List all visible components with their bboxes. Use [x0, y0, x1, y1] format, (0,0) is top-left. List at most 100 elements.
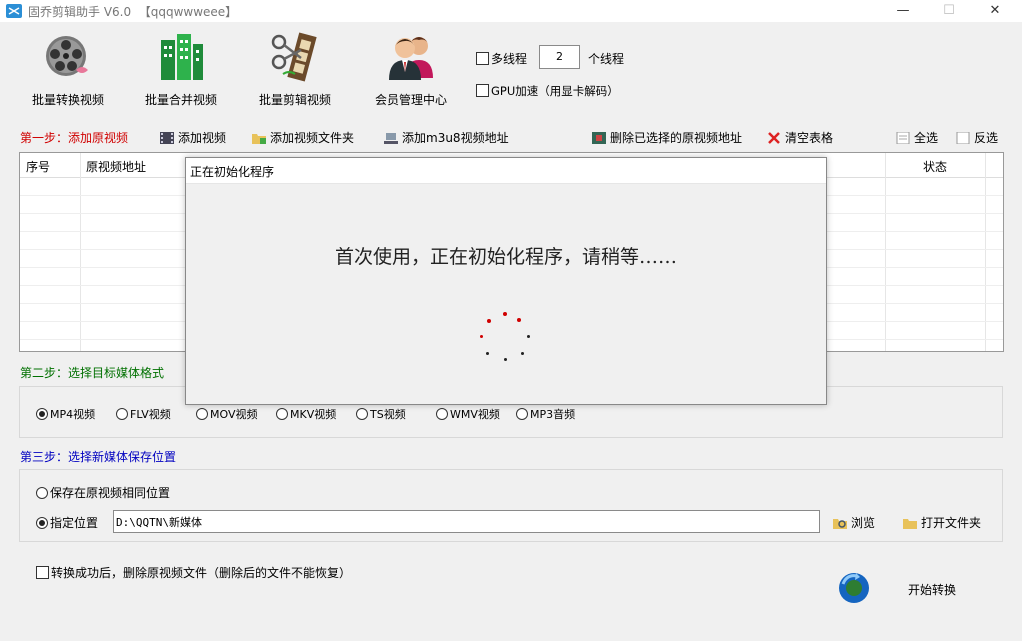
format-wmv-label: WMV视频	[450, 408, 500, 421]
select-all-label: 全选	[914, 131, 939, 145]
batch-convert-button[interactable]: 批量转换视频	[18, 30, 118, 112]
folder-add-icon	[252, 132, 266, 144]
batch-convert-label: 批量转换视频	[31, 93, 104, 107]
spinner-dot	[504, 358, 507, 361]
init-dialog: 正在初始化程序 首次使用，正在初始化程序，请稍等……	[185, 157, 827, 405]
step3-label: 第三步：选择新媒体保存位置	[20, 450, 177, 464]
format-mp3-radio[interactable]: MP3音频	[516, 406, 575, 422]
format-ts-label: TS视频	[370, 408, 406, 421]
folder-search-icon	[833, 517, 847, 529]
spinner-dot	[517, 318, 521, 322]
open-folder-label: 打开文件夹	[921, 516, 982, 530]
radio-dot[interactable]	[36, 408, 48, 420]
close-button[interactable]: ✕	[972, 0, 1018, 22]
batch-merge-label: 批量合并视频	[144, 93, 217, 107]
specified-location-label: 指定位置	[50, 516, 99, 530]
window-title: 固乔剪辑助手 V6.0 【qqqwwweee】	[28, 5, 238, 19]
spinner-dot	[487, 319, 491, 323]
clear-table-label: 清空表格	[785, 131, 834, 145]
minimize-button[interactable]: —	[880, 0, 926, 22]
gpu-check-box[interactable]	[476, 84, 489, 97]
save-path-input[interactable]: D:\QQTN\新媒体	[113, 510, 820, 533]
folder-icon	[903, 517, 917, 529]
select-all-button[interactable]: 全选	[896, 129, 938, 146]
spinner-dot	[527, 335, 530, 338]
col-status-header[interactable]: 状态	[923, 158, 947, 175]
gpu-label: GPU加速（用显卡解码）	[491, 84, 619, 98]
radio-dot[interactable]	[196, 408, 208, 420]
batch-edit-label: 批量剪辑视频	[258, 93, 331, 107]
refresh-start-icon[interactable]	[836, 570, 872, 606]
spinner-dot	[486, 352, 489, 355]
member-center-label: 会员管理中心	[374, 93, 447, 107]
format-flv-label: FLV视频	[130, 408, 171, 421]
radio-dot[interactable]	[36, 487, 48, 499]
format-mp3-label: MP3音频	[530, 408, 576, 421]
film-add-icon	[160, 132, 174, 144]
radio-dot[interactable]	[36, 517, 48, 529]
multithread-checkbox[interactable]: 多线程	[476, 50, 527, 67]
delete-selected-button[interactable]: 删除已选择的原视频地址	[592, 129, 742, 146]
batch-merge-button[interactable]: 批量合并视频	[131, 30, 231, 112]
delete-selected-label: 删除已选择的原视频地址	[610, 131, 743, 145]
invert-label: 反选	[974, 131, 999, 145]
film-reel-icon	[40, 30, 96, 84]
merge-grid-icon	[153, 30, 209, 84]
blank-page-icon	[956, 131, 970, 145]
spinner-dot	[503, 312, 507, 316]
clear-table-button[interactable]: 清空表格	[767, 129, 833, 146]
add-m3u8-label: 添加m3u8视频地址	[402, 131, 509, 145]
radio-dot[interactable]	[116, 408, 128, 420]
batch-edit-button[interactable]: 批量剪辑视频	[245, 30, 345, 112]
delete-after-check-box[interactable]	[36, 566, 49, 579]
title-bar: 固乔剪辑助手 V6.0 【qqqwwweee】 — ☐ ✕	[0, 0, 1022, 22]
member-center-button[interactable]: 会员管理中心	[361, 30, 461, 112]
radio-dot[interactable]	[516, 408, 528, 420]
step1-label: 第一步：添加原视频	[20, 131, 129, 145]
specified-location-radio[interactable]: 指定位置	[36, 514, 98, 531]
add-folder-button[interactable]: 添加视频文件夹	[252, 129, 354, 146]
thread-suffix-label: 个线程	[588, 52, 625, 66]
maximize-button[interactable]: ☐	[926, 0, 972, 22]
col-index-header[interactable]: 序号	[26, 158, 50, 175]
browse-button[interactable]: 浏览	[833, 514, 875, 531]
col-source-header[interactable]: 原视频地址	[86, 158, 146, 175]
start-convert-button[interactable]: 开始转换	[908, 581, 956, 598]
format-ts-radio[interactable]: TS视频	[356, 406, 406, 422]
delete-after-label: 转换成功后，删除原视频文件（删除后的文件不能恢复）	[51, 566, 352, 580]
dialog-title-bar: 正在初始化程序	[186, 158, 826, 184]
same-location-label: 保存在原视频相同位置	[50, 486, 171, 500]
format-mp4-label: MP4视频	[50, 408, 96, 421]
radio-dot[interactable]	[276, 408, 288, 420]
format-mov-label: MOV视频	[210, 408, 258, 421]
gpu-accel-checkbox[interactable]: GPU加速（用显卡解码）	[476, 83, 619, 99]
app-logo-icon	[6, 4, 22, 18]
save-path-value: D:\QQTN\新媒体	[116, 516, 202, 529]
format-mp4-radio[interactable]: MP4视频	[36, 406, 95, 422]
members-icon	[383, 30, 439, 84]
same-location-radio[interactable]: 保存在原视频相同位置	[36, 484, 170, 501]
multithread-label: 多线程	[491, 52, 528, 66]
multithread-check-box[interactable]	[476, 52, 489, 65]
film-delete-icon	[592, 132, 606, 144]
red-x-icon	[767, 132, 781, 144]
delete-after-checkbox[interactable]: 转换成功后，删除原视频文件（删除后的文件不能恢复）	[36, 564, 351, 581]
dialog-message: 首次使用，正在初始化程序，请稍等……	[334, 246, 677, 268]
add-video-label: 添加视频	[178, 131, 227, 145]
step2-label: 第二步：选择目标媒体格式	[20, 366, 165, 380]
spinner-dot	[480, 335, 483, 338]
thread-count-input[interactable]: 2	[539, 45, 580, 69]
add-m3u8-button[interactable]: 添加m3u8视频地址	[384, 129, 509, 146]
format-mkv-radio[interactable]: MKV视频	[276, 406, 336, 422]
scissors-film-icon	[267, 30, 323, 84]
format-mov-radio[interactable]: MOV视频	[196, 406, 257, 422]
dialog-title: 正在初始化程序	[190, 165, 275, 179]
radio-dot[interactable]	[356, 408, 368, 420]
format-flv-radio[interactable]: FLV视频	[116, 406, 171, 422]
format-wmv-radio[interactable]: WMV视频	[436, 406, 500, 422]
invert-selection-button[interactable]: 反选	[956, 129, 998, 146]
radio-dot[interactable]	[436, 408, 448, 420]
add-video-button[interactable]: 添加视频	[160, 129, 226, 146]
network-icon	[384, 132, 398, 144]
open-folder-button[interactable]: 打开文件夹	[903, 514, 981, 531]
